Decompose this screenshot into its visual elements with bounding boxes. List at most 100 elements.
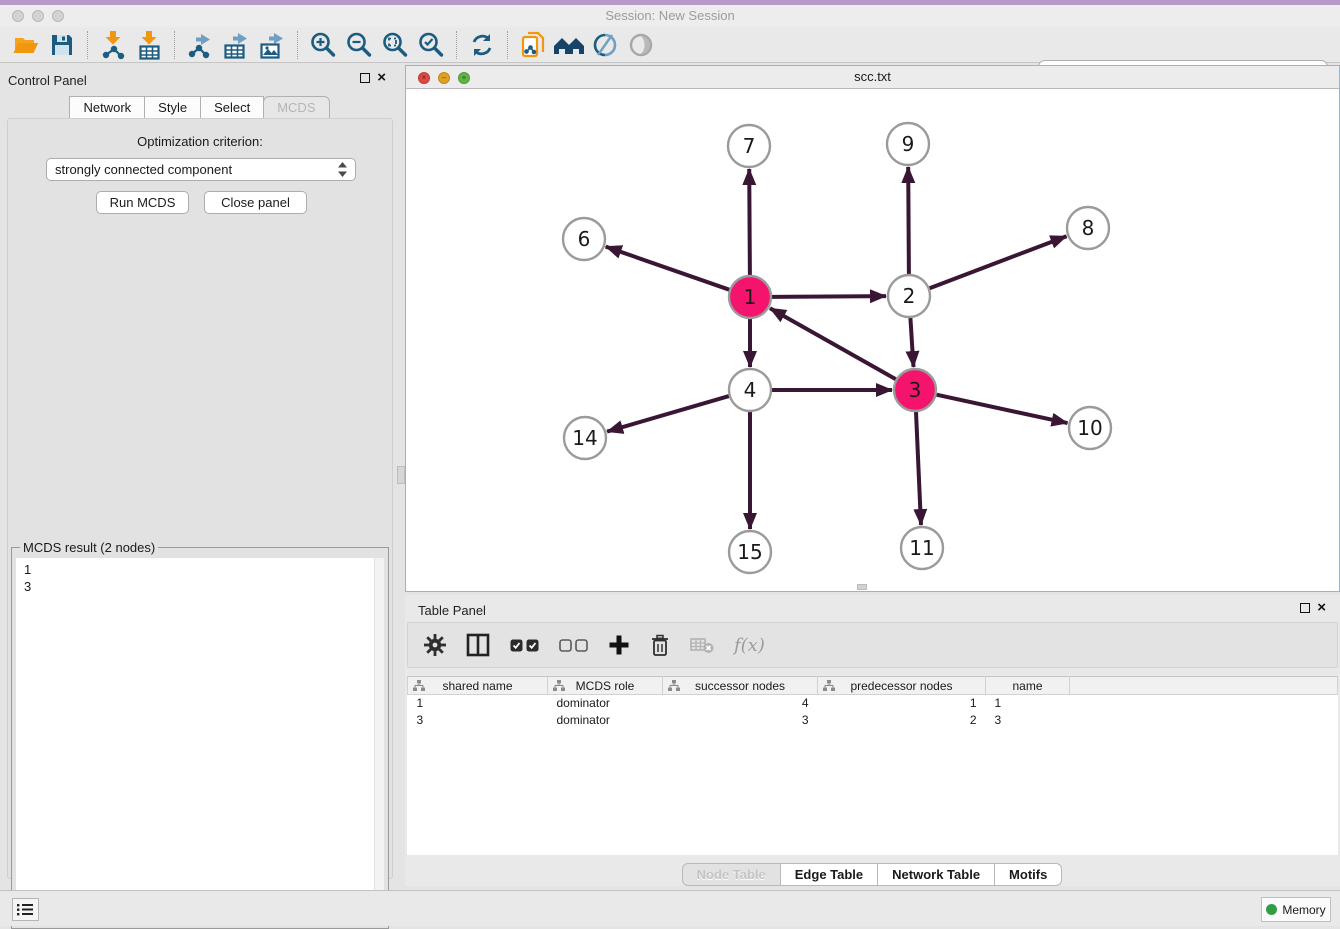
close-panel-icon[interactable]: × bbox=[377, 73, 386, 83]
graph-node-label-11: 11 bbox=[909, 536, 934, 560]
table-toolbar: f(x) bbox=[407, 622, 1338, 668]
hierarchy-icon bbox=[553, 680, 565, 696]
open-session-icon[interactable] bbox=[8, 29, 44, 61]
window-close-button[interactable] bbox=[12, 10, 24, 22]
tab-edge-table[interactable]: Edge Table bbox=[780, 863, 878, 886]
node-table: shared name MCDS role successor nodes pr… bbox=[407, 676, 1338, 729]
table-row[interactable]: 3dominator323 bbox=[408, 712, 1338, 729]
table-cell[interactable]: 4 bbox=[663, 695, 818, 712]
zoom-in-icon[interactable] bbox=[305, 29, 341, 61]
run-mcds-button[interactable]: Run MCDS bbox=[96, 191, 189, 214]
column-header-name[interactable]: name bbox=[986, 677, 1070, 695]
create-column-icon[interactable] bbox=[608, 634, 630, 656]
select-stepper-icon bbox=[338, 162, 347, 177]
table-header-row: shared name MCDS role successor nodes pr… bbox=[408, 677, 1338, 695]
save-session-icon[interactable] bbox=[44, 29, 80, 61]
column-header-shared-name[interactable]: shared name bbox=[408, 677, 548, 695]
export-image-icon[interactable] bbox=[254, 29, 290, 61]
hierarchy-icon bbox=[413, 680, 425, 696]
zoom-selected-icon[interactable] bbox=[413, 29, 449, 61]
export-table-icon[interactable] bbox=[218, 29, 254, 61]
table-cell[interactable]: 3 bbox=[408, 712, 548, 729]
float-panel-icon[interactable] bbox=[360, 73, 370, 83]
toolbar-separator bbox=[87, 31, 88, 59]
column-header-successor-nodes[interactable]: successor nodes bbox=[663, 677, 818, 695]
column-header-mcds-role[interactable]: MCDS role bbox=[548, 677, 663, 695]
node-table-body: 1dominator4113dominator323 bbox=[408, 695, 1338, 729]
table-cell[interactable]: dominator bbox=[548, 712, 663, 729]
edge-2-9[interactable] bbox=[908, 167, 909, 274]
zoom-fit-icon[interactable] bbox=[377, 29, 413, 61]
toolbar-separator bbox=[297, 31, 298, 59]
export-network-icon[interactable] bbox=[182, 29, 218, 61]
window-minimize-button[interactable] bbox=[32, 10, 44, 22]
table-cell[interactable]: 2 bbox=[818, 712, 986, 729]
table-cell[interactable]: dominator bbox=[548, 695, 663, 712]
column-header-predecessor-nodes[interactable]: predecessor nodes bbox=[818, 677, 986, 695]
tab-motifs[interactable]: Motifs bbox=[994, 863, 1062, 886]
mcds-result-text[interactable]: 1 3 bbox=[16, 558, 374, 924]
criterion-select[interactable]: strongly connected component bbox=[46, 158, 356, 181]
edge-4-14[interactable] bbox=[607, 396, 729, 432]
network-window-titlebar[interactable]: × – + scc.txt bbox=[406, 66, 1339, 89]
table-row[interactable]: 1dominator411 bbox=[408, 695, 1338, 712]
edge-1-6[interactable] bbox=[606, 247, 730, 290]
import-network-icon[interactable] bbox=[95, 29, 131, 61]
apply-layout-icon[interactable] bbox=[464, 29, 500, 61]
close-panel-button[interactable]: Close panel bbox=[204, 191, 307, 214]
window-zoom-button[interactable] bbox=[52, 10, 64, 22]
column-settings-icon[interactable] bbox=[424, 634, 446, 656]
edge-3-1[interactable] bbox=[770, 308, 896, 379]
memory-button[interactable]: Memory bbox=[1261, 897, 1331, 922]
delete-columns-icon[interactable] bbox=[650, 634, 670, 657]
show-graphics-details-icon[interactable] bbox=[587, 29, 623, 61]
result-scrollbar[interactable] bbox=[374, 558, 384, 924]
clone-network-icon[interactable] bbox=[515, 29, 551, 61]
graph-node-label-1: 1 bbox=[744, 285, 757, 309]
column-header-filler bbox=[1070, 677, 1338, 695]
edge-1-2[interactable] bbox=[772, 296, 886, 297]
window-titlebar: Session: New Session bbox=[0, 5, 1340, 27]
edge-2-3[interactable] bbox=[910, 318, 913, 367]
graph-node-label-6: 6 bbox=[578, 227, 591, 251]
tab-network-table[interactable]: Network Table bbox=[877, 863, 995, 886]
table-cell[interactable]: 1 bbox=[408, 695, 548, 712]
table-cell[interactable]: 3 bbox=[986, 712, 1070, 729]
panel-splitter-handle[interactable] bbox=[397, 466, 405, 484]
window-title: Session: New Session bbox=[0, 5, 1340, 27]
network-resize-handle[interactable] bbox=[857, 584, 867, 590]
tab-network[interactable]: Network bbox=[69, 96, 145, 119]
edge-2-8[interactable] bbox=[930, 236, 1067, 288]
memory-button-label: Memory bbox=[1282, 903, 1325, 917]
hide-graphics-details-icon[interactable] bbox=[623, 29, 659, 61]
import-table-icon[interactable] bbox=[131, 29, 167, 61]
table-cell[interactable]: 1 bbox=[986, 695, 1070, 712]
select-all-columns-icon[interactable] bbox=[510, 639, 539, 652]
network-minimize-button[interactable]: – bbox=[438, 72, 450, 84]
table-panel-tabs: Node TableEdge TableNetwork TableMotifs bbox=[405, 863, 1340, 886]
ui-settings-button[interactable] bbox=[12, 898, 39, 921]
first-neighbors-icon[interactable] bbox=[551, 29, 587, 61]
tab-select[interactable]: Select bbox=[200, 96, 264, 119]
edge-1-7[interactable] bbox=[749, 169, 750, 275]
graph-node-label-3: 3 bbox=[909, 378, 922, 402]
toggle-panel-mode-icon[interactable] bbox=[466, 633, 490, 657]
tab-style[interactable]: Style bbox=[144, 96, 201, 119]
graph-node-label-15: 15 bbox=[737, 540, 762, 564]
unselect-all-columns-icon[interactable] bbox=[559, 639, 588, 652]
zoom-out-icon[interactable] bbox=[341, 29, 377, 61]
table-panel-title: Table Panel bbox=[418, 603, 486, 618]
edge-3-11[interactable] bbox=[916, 412, 921, 525]
close-table-panel-icon[interactable]: × bbox=[1317, 603, 1326, 613]
network-maximize-button[interactable]: + bbox=[458, 72, 470, 84]
graph-node-label-2: 2 bbox=[903, 284, 916, 308]
tab-mcds[interactable]: MCDS bbox=[263, 96, 329, 119]
float-table-panel-icon[interactable] bbox=[1300, 603, 1310, 613]
network-canvas[interactable]: 1234678910111415 bbox=[406, 89, 1339, 591]
table-cell[interactable]: 3 bbox=[663, 712, 818, 729]
network-close-button[interactable]: × bbox=[418, 72, 430, 84]
edge-3-10[interactable] bbox=[937, 395, 1068, 423]
graph-node-label-4: 4 bbox=[744, 378, 757, 402]
table-cell[interactable]: 1 bbox=[818, 695, 986, 712]
tab-node-table[interactable]: Node Table bbox=[682, 863, 781, 886]
